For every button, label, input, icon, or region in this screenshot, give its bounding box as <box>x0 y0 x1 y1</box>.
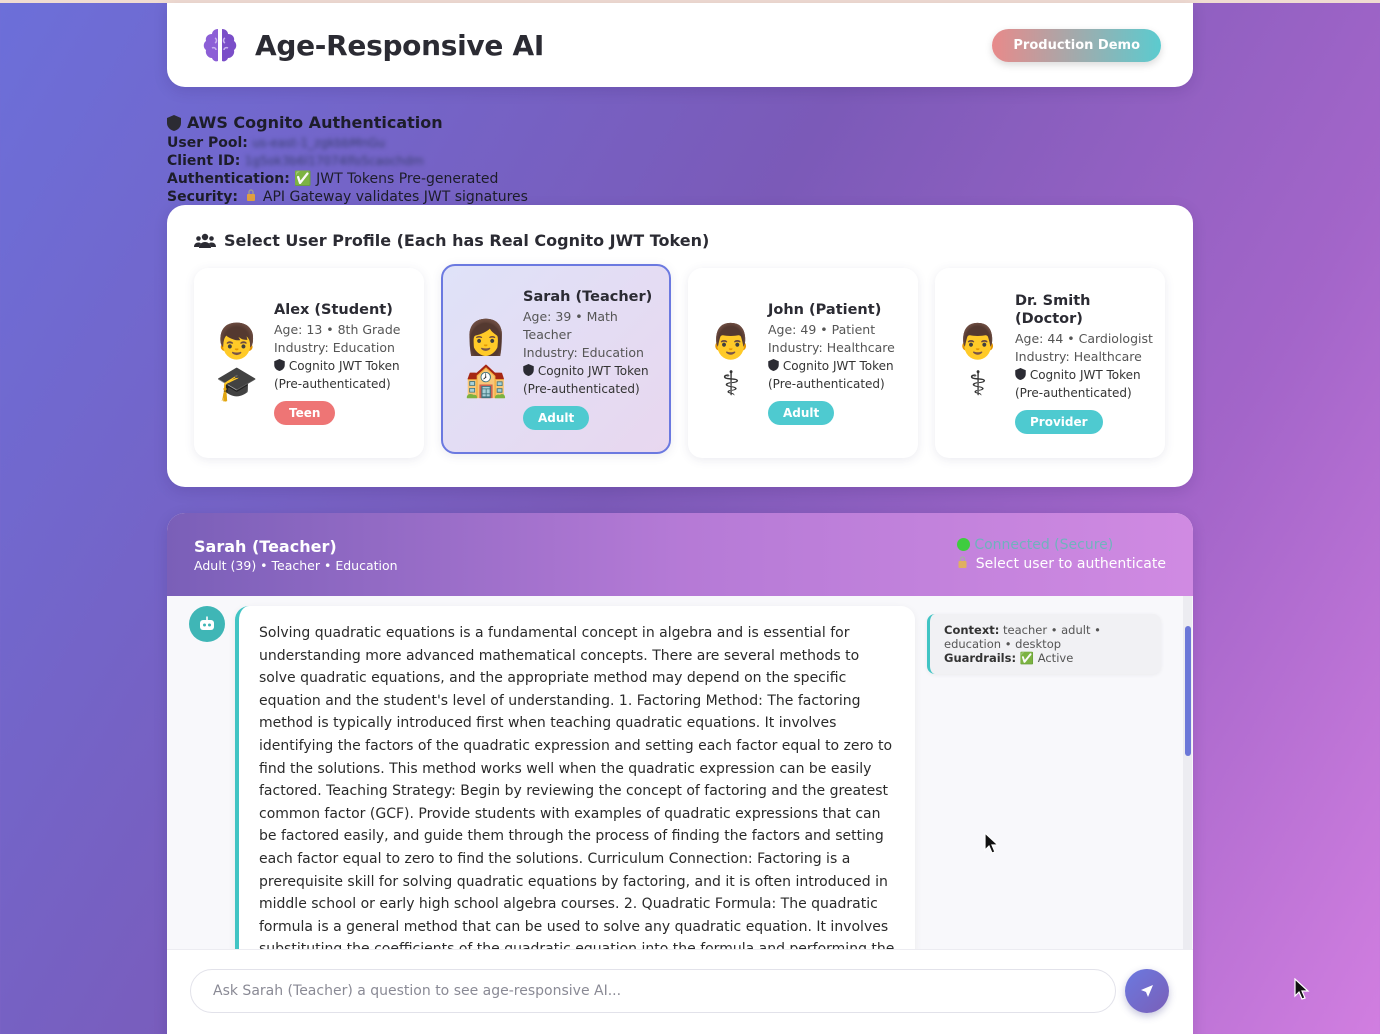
school-icon: 🏫 <box>464 360 508 400</box>
profile-card-dr-smith[interactable]: 👨 ⚕ Dr. Smith (Doctor) Age: 44 • Cardiol… <box>935 268 1165 458</box>
shield-icon <box>523 364 534 376</box>
role-badge: Teen <box>274 401 336 425</box>
scrollbar-thumb[interactable] <box>1185 626 1191 756</box>
profile-name: Sarah (Teacher) <box>523 289 653 305</box>
profile-token-note: (Pre-authenticated) <box>1015 386 1132 400</box>
profile-age: Age: 39 • Math <box>523 309 618 324</box>
profile-age: Age: 13 • 8th Grade <box>274 322 401 337</box>
profile-name-role: (Doctor) <box>1015 311 1083 327</box>
production-demo-badge: Production Demo <box>992 28 1161 62</box>
profile-card-sarah[interactable]: 👩 🏫 Sarah (Teacher) Age: 39 • Math Teach… <box>441 264 671 454</box>
profile-industry: Industry: Education <box>523 345 644 360</box>
context-info: Context: teacher • adult • education • d… <box>927 614 1161 674</box>
avatar: 👩 🏫 <box>461 317 511 401</box>
profile-occupation: Teacher <box>523 327 572 342</box>
medical-symbol-icon: ⚕ <box>721 364 741 404</box>
avatar: 👦 🎓 <box>212 321 262 405</box>
assistant-message: Solving quadratic equations is a fundame… <box>235 606 915 966</box>
shield-icon <box>274 359 285 371</box>
profile-token: Cognito JWT Token <box>1015 366 1153 384</box>
profile-name: Dr. Smith <box>1015 293 1091 309</box>
role-badge: Provider <box>1015 410 1103 434</box>
users-icon <box>194 233 216 248</box>
shield-icon <box>167 115 181 131</box>
medical-symbol-icon: ⚕ <box>968 364 988 404</box>
user-pool-line: User Pool: us-east-1_zgkbbMnGu <box>167 135 386 151</box>
auth-info: AWS Cognito Authentication User Pool: us… <box>167 114 528 206</box>
role-badge: Adult <box>523 406 590 430</box>
shield-icon <box>1015 368 1026 380</box>
woman-avatar-icon: 👩 <box>464 318 508 358</box>
app-header: Age-Responsive AI Production Demo <box>167 3 1193 87</box>
client-id-line: Client ID: 1g5ok3b6l17074lfo5caochdm <box>167 153 424 169</box>
profile-token: Cognito JWT Token <box>768 357 895 375</box>
mouse-cursor-icon <box>1294 978 1310 1000</box>
status-connected-text: Connected (Secure) <box>974 536 1114 553</box>
chat-user-name: Sarah (Teacher) <box>194 536 337 556</box>
guardrails-value: ✅ Active <box>1019 651 1074 665</box>
profile-age: Age: 49 • Patient <box>768 322 876 337</box>
lock-icon <box>958 555 967 568</box>
input-area <box>167 949 1193 1034</box>
chat-panel: Sarah (Teacher) Adult (39) • Teacher • E… <box>167 513 1193 1034</box>
brain-icon <box>203 29 237 62</box>
profile-industry: Industry: Healthcare <box>768 340 895 355</box>
profile-card-john[interactable]: 👨 ⚕ John (Patient) Age: 49 • Patient Ind… <box>688 268 918 458</box>
profile-token-note: (Pre-authenticated) <box>274 377 391 391</box>
chat-user-details: Adult (39) • Teacher • Education <box>194 557 398 573</box>
chat-input[interactable] <box>190 969 1116 1013</box>
authentication-line: Authentication: ✅ JWT Tokens Pre-generat… <box>167 171 499 187</box>
send-button[interactable] <box>1125 969 1169 1013</box>
profile-selector-title: Select User Profile (Each has Real Cogni… <box>194 231 1166 250</box>
user-pool-value: us-east-1_zgkbbMnGu <box>252 136 386 150</box>
messages-area[interactable]: Solving quadratic equations is a fundame… <box>167 596 1193 966</box>
bot-avatar <box>189 606 225 642</box>
lock-icon <box>247 189 256 201</box>
shield-icon <box>768 359 779 371</box>
mouse-cursor-icon <box>984 832 1000 854</box>
profile-industry: Industry: Healthcare <box>1015 349 1142 364</box>
connection-status: Connected (Secure) Select user to authen… <box>957 536 1166 574</box>
client-id-value: 1g5ok3b6l17074lfo5caochdm <box>244 154 424 168</box>
profile-card-alex[interactable]: 👦 🎓 Alex (Student) Age: 13 • 8th Grade I… <box>194 268 424 458</box>
status-dot-icon <box>957 537 971 551</box>
avatar: 👨 ⚕ <box>706 321 756 405</box>
chat-header: Sarah (Teacher) Adult (39) • Teacher • E… <box>167 513 1193 596</box>
robot-icon <box>200 616 214 630</box>
profile-cards: 👦 🎓 Alex (Student) Age: 13 • 8th Grade I… <box>194 264 1166 464</box>
avatar: 👨 ⚕ <box>953 321 1003 405</box>
status-auth-text: Select user to authenticate <box>975 555 1166 572</box>
app-title: Age-Responsive AI <box>255 28 544 62</box>
profile-token-note: (Pre-authenticated) <box>523 382 640 396</box>
profile-selector: Select User Profile (Each has Real Cogni… <box>167 205 1193 487</box>
profile-age: Age: 44 • Cardiologist <box>1015 331 1153 346</box>
man-avatar-icon: 👨 <box>709 322 753 362</box>
profile-name: Alex (Student) <box>274 302 393 318</box>
profile-industry: Industry: Education <box>274 340 395 355</box>
profile-name: John (Patient) <box>768 302 882 318</box>
man-avatar-icon: 👨 <box>956 322 1000 362</box>
boy-avatar-icon: 👦 <box>215 322 259 362</box>
role-badge: Adult <box>768 401 835 425</box>
profile-token: Cognito JWT Token <box>523 362 652 380</box>
profile-token-note: (Pre-authenticated) <box>768 377 885 391</box>
profile-token: Cognito JWT Token <box>274 357 400 375</box>
assistant-message-text: Solving quadratic equations is a fundame… <box>259 625 894 966</box>
auth-title: AWS Cognito Authentication <box>167 114 528 132</box>
graduation-cap-icon: 🎓 <box>215 364 259 404</box>
send-icon <box>1141 985 1153 997</box>
security-line: Security: API Gateway validates JWT sign… <box>167 189 528 205</box>
